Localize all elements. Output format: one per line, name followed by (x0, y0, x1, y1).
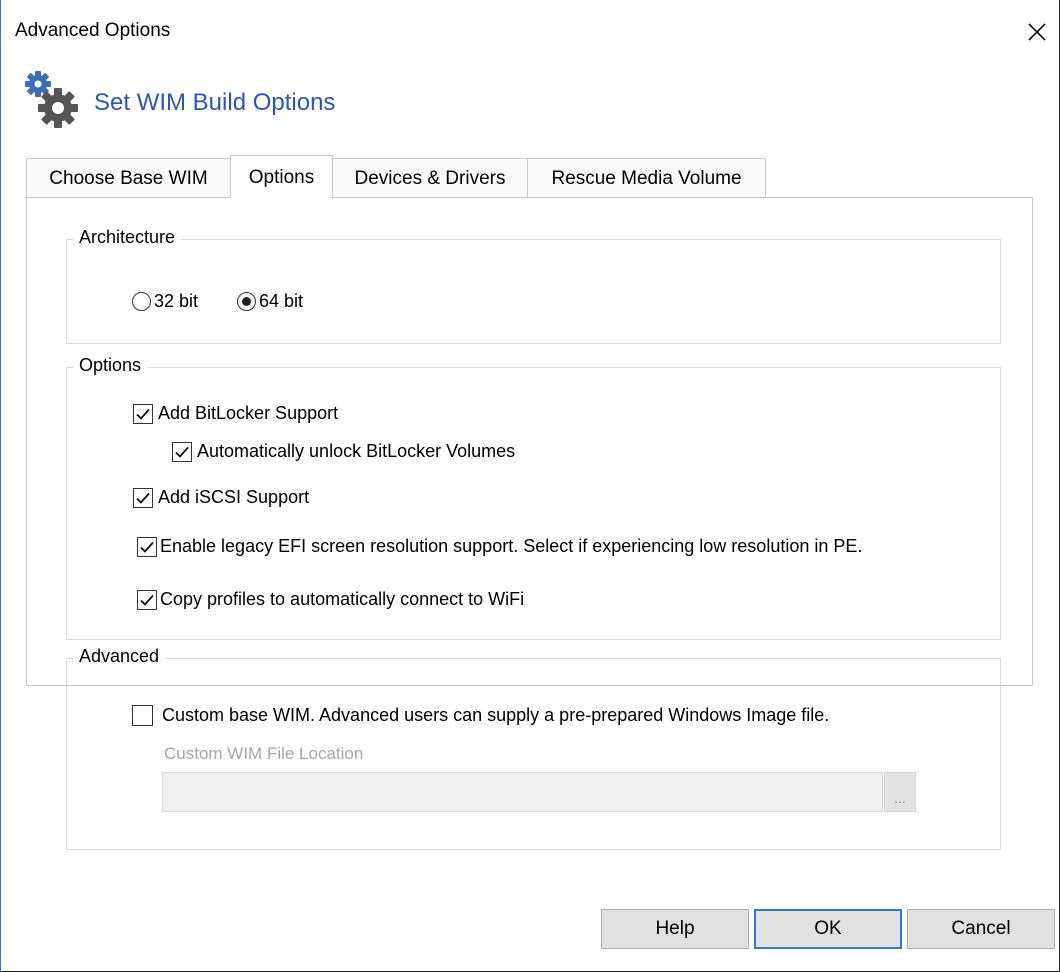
tab-options[interactable]: Options (230, 155, 333, 199)
checkbox-checked (172, 441, 192, 462)
auto-unlock-label: Automatically unlock BitLocker Volumes (197, 441, 516, 461)
checkbox-checked (137, 536, 157, 557)
gears-icon (25, 71, 78, 128)
options-group-title: Options (73, 355, 148, 376)
header-title: Set WIM Build Options (94, 89, 336, 116)
checkbox-unchecked (132, 705, 153, 726)
iscsi-checkbox[interactable]: Add iSCSI Support (133, 487, 309, 508)
tab-devices-drivers[interactable]: Devices & Drivers (332, 158, 528, 198)
check-icon (140, 594, 154, 606)
architecture-group: Architecture (66, 227, 1001, 344)
checkbox-checked (133, 403, 153, 424)
tab-rescue-media-volume[interactable]: Rescue Media Volume (527, 158, 766, 198)
window-title: Advanced Options (15, 20, 171, 41)
checkbox-checked (137, 589, 157, 610)
advanced-group-title: Advanced (73, 646, 166, 667)
radio-64-bit-label: 64 bit (259, 291, 304, 311)
custom-wim-location-label: Custom WIM File Location (164, 744, 364, 763)
browse-button[interactable]: ... (884, 772, 916, 812)
radio-64-bit[interactable]: 64 bit (237, 291, 303, 312)
checkbox-checked (133, 487, 153, 508)
auto-unlock-checkbox[interactable]: Automatically unlock BitLocker Volumes (172, 441, 515, 462)
wifi-label: Copy profiles to automatically connect t… (160, 589, 525, 609)
radio-32-bit[interactable]: 32 bit (132, 291, 198, 312)
radio-circle (132, 292, 151, 311)
close-button[interactable] (1017, 10, 1057, 54)
bitlocker-checkbox[interactable]: Add BitLocker Support (133, 403, 338, 424)
custom-wim-checkbox[interactable]: Custom base WIM. Advanced users can supp… (132, 705, 829, 726)
legacy-efi-checkbox[interactable]: Enable legacy EFI screen resolution supp… (137, 536, 862, 557)
ok-button[interactable]: OK (754, 909, 902, 949)
custom-wim-label: Custom base WIM. Advanced users can supp… (162, 705, 830, 725)
bitlocker-label: Add BitLocker Support (158, 403, 339, 423)
cancel-button[interactable]: Cancel (907, 909, 1055, 949)
tab-choose-base-wim[interactable]: Choose Base WIM (26, 158, 231, 198)
check-icon (136, 492, 150, 504)
check-icon (136, 408, 150, 420)
iscsi-label: Add iSCSI Support (158, 487, 310, 507)
advanced-options-dialog: Advanced Options Set WIM Build Options C… (0, 0, 1060, 972)
radio-32-bit-label: 32 bit (154, 291, 199, 311)
custom-wim-location-input[interactable] (162, 772, 883, 812)
check-icon (175, 446, 189, 458)
wifi-checkbox[interactable]: Copy profiles to automatically connect t… (137, 589, 524, 610)
check-icon (140, 541, 154, 553)
close-icon (1028, 23, 1046, 41)
radio-circle-selected (237, 292, 256, 311)
legacy-efi-label: Enable legacy EFI screen resolution supp… (160, 536, 863, 556)
title-bar: Advanced Options (0, 0, 1059, 64)
architecture-group-title: Architecture (73, 227, 182, 248)
help-button[interactable]: Help (601, 909, 749, 949)
